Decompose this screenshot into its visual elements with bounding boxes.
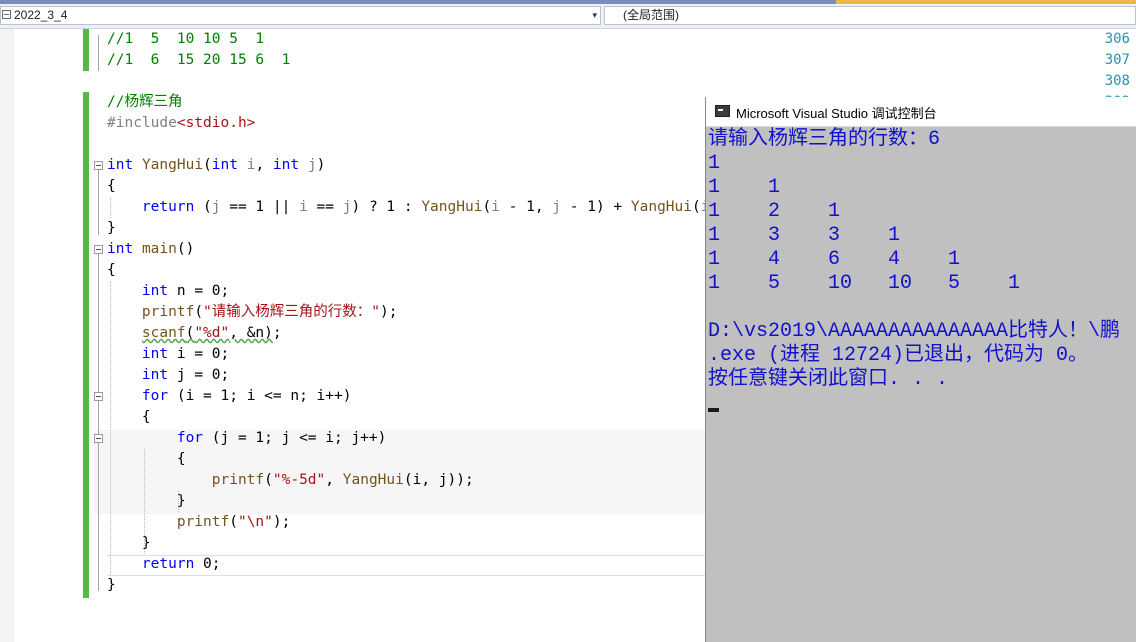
console-line: .exe (进程 12724)已退出，代码为 0。 (708, 344, 1089, 367)
project-dropdown-label: 2022_3_4 (14, 8, 68, 22)
line-number-gutter (0, 29, 62, 642)
breakpoint-margin[interactable] (0, 29, 14, 642)
code-line[interactable]: { (107, 260, 116, 281)
console-line: 按任意键关闭此窗口. . . (708, 368, 949, 391)
change-indicator (83, 92, 89, 598)
collapse-icon[interactable] (94, 161, 103, 170)
code-line[interactable]: //1 6 15 20 15 6 1 (107, 50, 290, 71)
code-line[interactable]: } (107, 575, 116, 596)
code-line[interactable]: int YangHui(int i, int j) (107, 155, 325, 176)
console-line: D:\vs2019\AAAAAAAAAAAAAAA比特人！\鹏 (708, 320, 1121, 343)
fold-line (98, 254, 99, 591)
debug-console-window[interactable]: Microsoft Visual Studio 调试控制台 请输入杨辉三角的行数… (705, 97, 1136, 642)
code-line[interactable]: printf("%-5d", YangHui(i, j)); (107, 470, 474, 491)
console-line: 1 4 6 4 1 (708, 248, 961, 271)
code-line[interactable]: for (i = 1; i <= n; i++) (107, 386, 352, 407)
console-title-bar[interactable]: Microsoft Visual Studio 调试控制台 (706, 97, 1136, 127)
console-line: 请输入杨辉三角的行数：6 (708, 128, 941, 151)
code-line[interactable]: scanf("%d", &n); (107, 323, 282, 344)
code-line[interactable]: int j = 0; (107, 365, 229, 386)
code-line[interactable]: } (107, 533, 151, 554)
navigation-bar: 2022_3_4 ▾ (全局范围) (0, 4, 1136, 29)
code-line[interactable]: return 0; (107, 554, 221, 575)
code-line[interactable]: { (107, 407, 151, 428)
console-line: 1 5 10 10 5 1 (708, 272, 1021, 295)
console-line: 1 2 1 (708, 200, 841, 223)
code-line[interactable]: int i = 0; (107, 344, 229, 365)
scope-dropdown-label: (全局范围) (623, 8, 679, 22)
collapse-icon[interactable] (94, 434, 103, 443)
collapse-icon[interactable] (94, 245, 103, 254)
project-dropdown[interactable]: 2022_3_4 ▾ (0, 6, 601, 25)
code-line[interactable]: int n = 0; (107, 281, 229, 302)
chevron-down-icon[interactable]: ▾ (592, 7, 597, 24)
console-title: Microsoft Visual Studio 调试控制台 (736, 106, 937, 121)
project-icon (2, 10, 11, 19)
console-line: 1 1 (708, 176, 781, 199)
change-indicator (83, 29, 89, 71)
line-number: 307 (1104, 52, 1130, 68)
scope-dropdown[interactable]: (全局范围) (604, 6, 1136, 25)
line-number: 308 (1104, 73, 1130, 89)
console-cursor (708, 408, 719, 412)
code-line[interactable]: } (107, 491, 186, 512)
code-line[interactable]: for (j = 1; j <= i; j++) (107, 428, 387, 449)
code-line[interactable]: printf("\n"); (107, 512, 291, 533)
code-line[interactable]: return (j == 1 || i == j) ? 1 : YangHui(… (107, 197, 710, 218)
console-app-icon (715, 105, 730, 117)
code-line[interactable]: { (107, 176, 116, 197)
console-line: 1 (708, 152, 721, 175)
line-number: 306 (1104, 31, 1130, 47)
console-line: 1 3 3 1 (708, 224, 901, 247)
fold-line (98, 35, 99, 71)
code-line[interactable]: { (107, 449, 186, 470)
code-line[interactable]: printf("请输入杨辉三角的行数："); (107, 302, 398, 323)
current-line-border (107, 575, 707, 576)
fold-line (98, 170, 99, 235)
code-line[interactable]: #include<stdio.h> (107, 113, 255, 134)
code-line[interactable]: //1 5 10 10 5 1 (107, 29, 264, 50)
code-line[interactable]: int main() (107, 239, 194, 260)
console-output[interactable]: 请输入杨辉三角的行数：6 1 1 1 1 2 1 1 3 3 1 1 4 6 4… (706, 127, 1136, 642)
code-line[interactable]: //杨辉三角 (107, 92, 182, 113)
code-line[interactable]: } (107, 218, 116, 239)
collapse-icon[interactable] (94, 392, 103, 401)
